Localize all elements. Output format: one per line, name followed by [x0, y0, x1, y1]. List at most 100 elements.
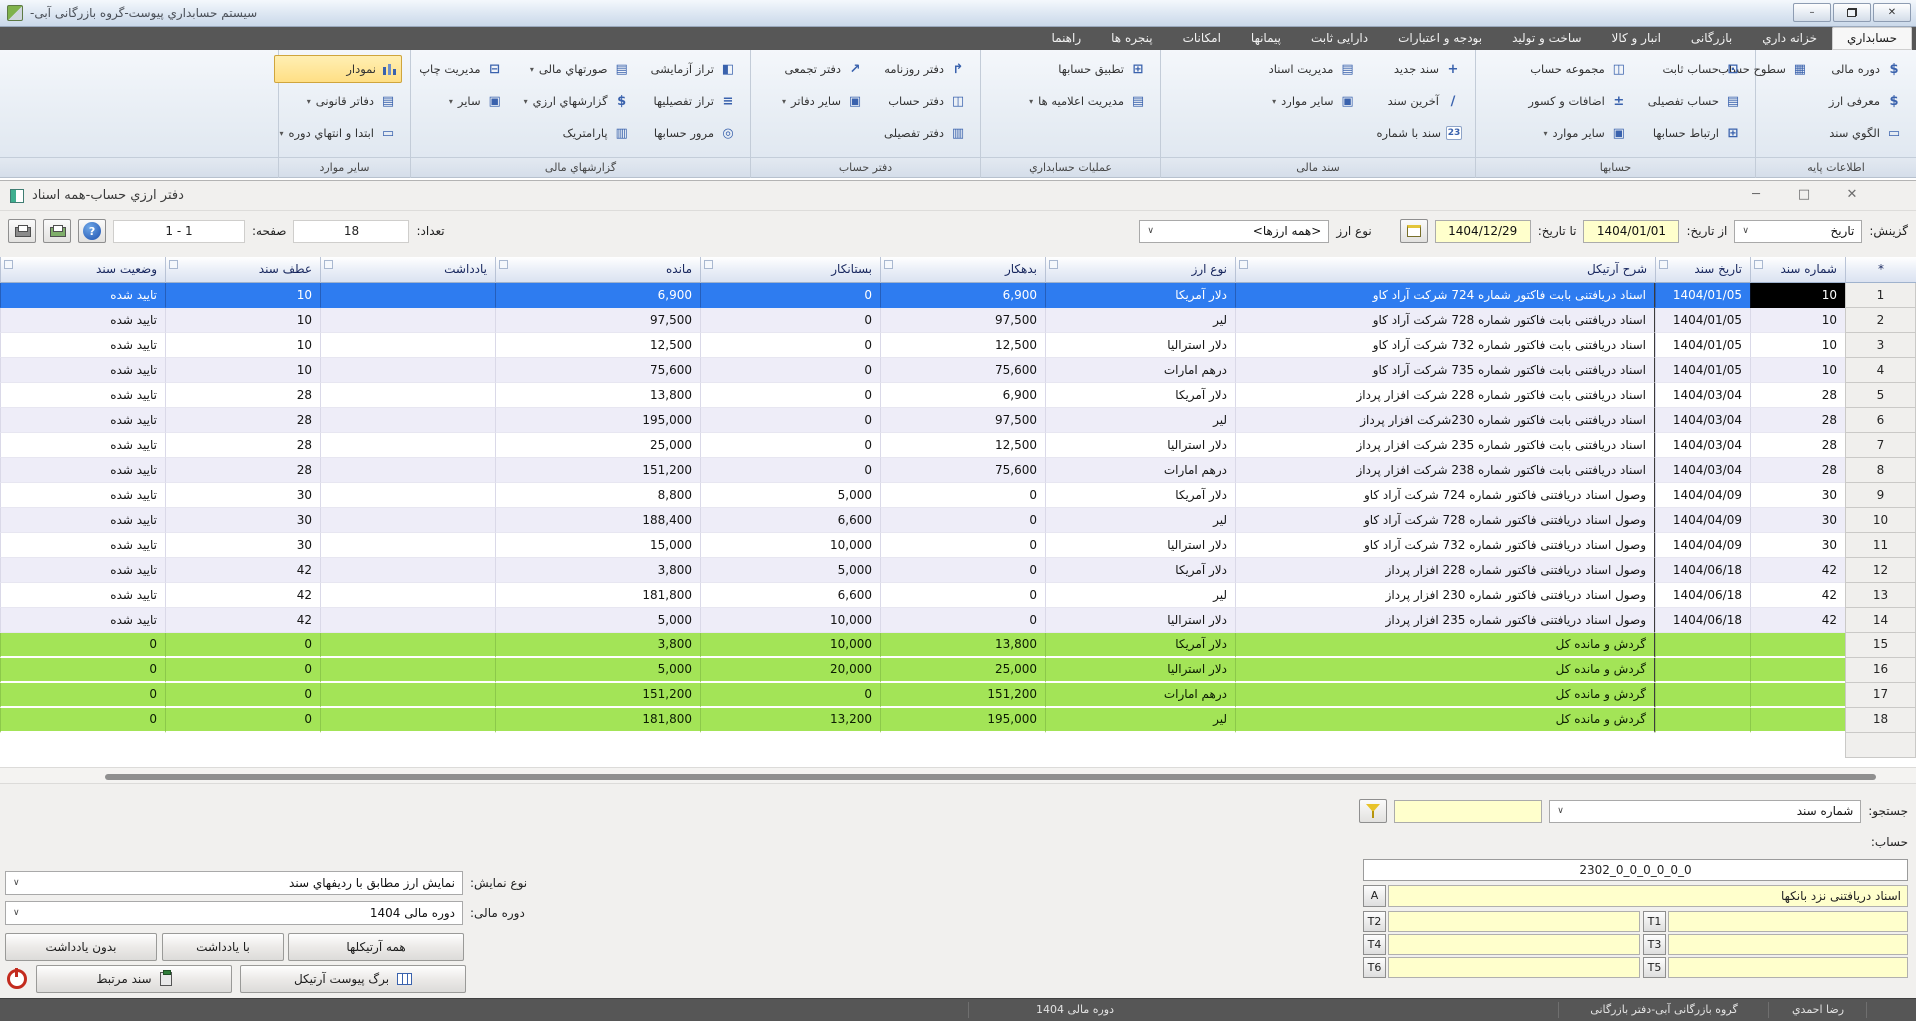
cell-docno[interactable]: 10: [1750, 283, 1845, 308]
cell-debit[interactable]: 13,800: [880, 633, 1045, 658]
cell-docno[interactable]: 10: [1750, 308, 1845, 333]
cell-credit[interactable]: 0: [700, 308, 880, 333]
cell-desc[interactable]: اسناد دریافتنی بابت فاکتور شماره 238 شرک…: [1235, 458, 1655, 483]
cell-note[interactable]: [320, 508, 495, 533]
cell-note[interactable]: [320, 558, 495, 583]
cell-debit[interactable]: 0: [880, 558, 1045, 583]
cell-debit[interactable]: 6,900: [880, 283, 1045, 308]
ribbon-button-دفتر حساب[interactable]: ◫دفتر حساب: [879, 87, 972, 115]
cell-cur[interactable]: دلار استرالیا: [1045, 333, 1235, 358]
ribbon-button-دفاتر قانونی[interactable]: ▤دفاتر قانونی▾: [274, 87, 402, 115]
cell-docno[interactable]: [1750, 658, 1845, 683]
cell-bal[interactable]: 75,600: [495, 358, 700, 383]
cell-num[interactable]: 17: [1845, 683, 1916, 708]
cell-note[interactable]: [320, 483, 495, 508]
selection-combo[interactable]: تاریخ ∨: [1734, 220, 1862, 243]
cell-ref[interactable]: 0: [165, 658, 320, 683]
table-row[interactable]: 2101404/01/05اسناد دریافتنی بابت فاکتور …: [0, 308, 1916, 333]
table-row[interactable]: 18گردش و مانده کللیر195,00013,200181,800…: [0, 708, 1916, 733]
cell-date[interactable]: 1404/01/05: [1655, 283, 1750, 308]
table-row[interactable]: 3101404/01/05اسناد دریافتنی بابت فاکتور …: [0, 333, 1916, 358]
table-row[interactable]: 10301404/04/09وصول اسناد دریافتنی فاکتور…: [0, 508, 1916, 533]
cell-status[interactable]: تایید شده: [0, 508, 165, 533]
cell-num[interactable]: 3: [1845, 333, 1916, 358]
table-row[interactable]: 7281404/03/04اسناد دریافتنی بابت فاکتور …: [0, 433, 1916, 458]
cell-debit[interactable]: 12,500: [880, 333, 1045, 358]
cell-credit[interactable]: 5,000: [700, 483, 880, 508]
cell-date[interactable]: 1404/03/04: [1655, 383, 1750, 408]
cell-debit[interactable]: 75,600: [880, 358, 1045, 383]
cell-status[interactable]: 0: [0, 633, 165, 658]
cell-ref[interactable]: 10: [165, 308, 320, 333]
cell-bal[interactable]: 181,800: [495, 583, 700, 608]
cell-debit[interactable]: 6,900: [880, 383, 1045, 408]
ribbon-button-حساب تفصیلی[interactable]: ▤حساب تفصیلی: [1643, 87, 1747, 115]
cell-docno[interactable]: 30: [1750, 508, 1845, 533]
cell-cur[interactable]: دلار استرالیا: [1045, 533, 1235, 558]
ribbon-button-مدیریت اعلامیه ها[interactable]: ▤مدیریت اعلامیه ها▾: [1024, 87, 1152, 115]
cell-cur[interactable]: درهم امارات: [1045, 458, 1235, 483]
cell-ref[interactable]: 28: [165, 383, 320, 408]
cell-bal[interactable]: 151,200: [495, 458, 700, 483]
ribbon-button-سند جدید[interactable]: +سند جدید: [1371, 55, 1467, 83]
cell-cur[interactable]: لیر: [1045, 508, 1235, 533]
ribbon-button-تراز تفصیلیها[interactable]: ≡تراز تفصیلیها: [646, 87, 742, 115]
cell-date[interactable]: 1404/01/05: [1655, 333, 1750, 358]
cell-cur[interactable]: درهم امارات: [1045, 358, 1235, 383]
cell-credit[interactable]: 6,600: [700, 508, 880, 533]
cell-docno[interactable]: 28: [1750, 433, 1845, 458]
table-row[interactable]: 14421404/06/18وصول اسناد دریافتنی فاکتور…: [0, 608, 1916, 633]
ribbon-button-دوره مالی[interactable]: $دوره مالی: [1824, 55, 1908, 83]
all-articles-button[interactable]: همه آرتیکلها: [288, 933, 464, 961]
cell-date[interactable]: 1404/03/04: [1655, 458, 1750, 483]
ribbon-button-حساب ثابت[interactable]: ⊡حساب ثابت: [1643, 55, 1747, 83]
horizontal-scrollbar[interactable]: [0, 767, 1916, 784]
restore-button[interactable]: [1833, 3, 1871, 22]
menu-tab-پنجره ها[interactable]: پنجره ها: [1096, 27, 1167, 50]
ribbon-button-سایر موارد[interactable]: ▣سایر موارد▾: [1523, 119, 1632, 147]
cell-desc[interactable]: وصول اسناد دریافتنی فاکتور شماره 230 افز…: [1235, 583, 1655, 608]
cell-status[interactable]: تایید شده: [0, 333, 165, 358]
cell-cur[interactable]: درهم امارات: [1045, 683, 1235, 708]
menu-tab-انبار و کالا[interactable]: انبار و کالا: [1597, 27, 1676, 50]
ribbon-button-تطبیق حسابها[interactable]: ⊞تطبیق حسابها: [1024, 55, 1152, 83]
cell-ref[interactable]: 30: [165, 533, 320, 558]
cell-bal[interactable]: 25,000: [495, 433, 700, 458]
cell-credit[interactable]: 20,000: [700, 658, 880, 683]
cell-docno[interactable]: 10: [1750, 333, 1845, 358]
table-row[interactable]: 8281404/03/04اسناد دریافتنی بابت فاکتور …: [0, 458, 1916, 483]
cell-credit[interactable]: 0: [700, 383, 880, 408]
cell-bal[interactable]: 195,000: [495, 408, 700, 433]
column-header-docno[interactable]: شماره سند: [1750, 257, 1845, 283]
cell-docno[interactable]: 30: [1750, 533, 1845, 558]
attachment-button[interactable]: برگ پیوست آرتیکل: [240, 965, 466, 993]
cell-docno[interactable]: 30: [1750, 483, 1845, 508]
column-header-debit[interactable]: بدهکار: [880, 257, 1045, 283]
cell-docno[interactable]: 10: [1750, 358, 1845, 383]
cell-num[interactable]: 11: [1845, 533, 1916, 558]
cell-desc[interactable]: اسناد دریافتنی بابت فاکتور شماره 724 شرک…: [1235, 283, 1655, 308]
cell-note[interactable]: [320, 408, 495, 433]
cell-cur[interactable]: دلار آمریکا: [1045, 383, 1235, 408]
cell-cur[interactable]: دلار آمریکا: [1045, 283, 1235, 308]
with-note-button[interactable]: با یادداشت: [162, 933, 284, 961]
cell-cur[interactable]: لیر: [1045, 708, 1235, 733]
cell-ref[interactable]: 42: [165, 583, 320, 608]
cell-bal[interactable]: 15,000: [495, 533, 700, 558]
column-header-bal[interactable]: مانده: [495, 257, 700, 283]
cell-status[interactable]: 0: [0, 683, 165, 708]
cell-desc[interactable]: وصول اسناد دریافتنی فاکتور شماره 724 شرک…: [1235, 483, 1655, 508]
cell-note[interactable]: [320, 333, 495, 358]
calendar-button[interactable]: [1400, 219, 1428, 243]
cell-date[interactable]: 1404/04/09: [1655, 508, 1750, 533]
cell-note[interactable]: [320, 458, 495, 483]
table-row[interactable]: 15گردش و مانده کلدلار آمریکا13,80010,000…: [0, 633, 1916, 658]
cell-note[interactable]: [320, 433, 495, 458]
ribbon-button-سایر موارد[interactable]: ▣سایر موارد▾: [1264, 87, 1362, 115]
cell-bal[interactable]: 6,900: [495, 283, 700, 308]
cell-desc[interactable]: وصول اسناد دریافتنی فاکتور شماره 228 افز…: [1235, 558, 1655, 583]
cell-desc[interactable]: اسناد دریافتنی بابت فاکتور شماره 735 شرک…: [1235, 358, 1655, 383]
ribbon-button-پارامتریک[interactable]: ▥پارامتریک: [519, 119, 636, 147]
cell-status[interactable]: تایید شده: [0, 533, 165, 558]
search-filter-button[interactable]: [1359, 799, 1387, 823]
